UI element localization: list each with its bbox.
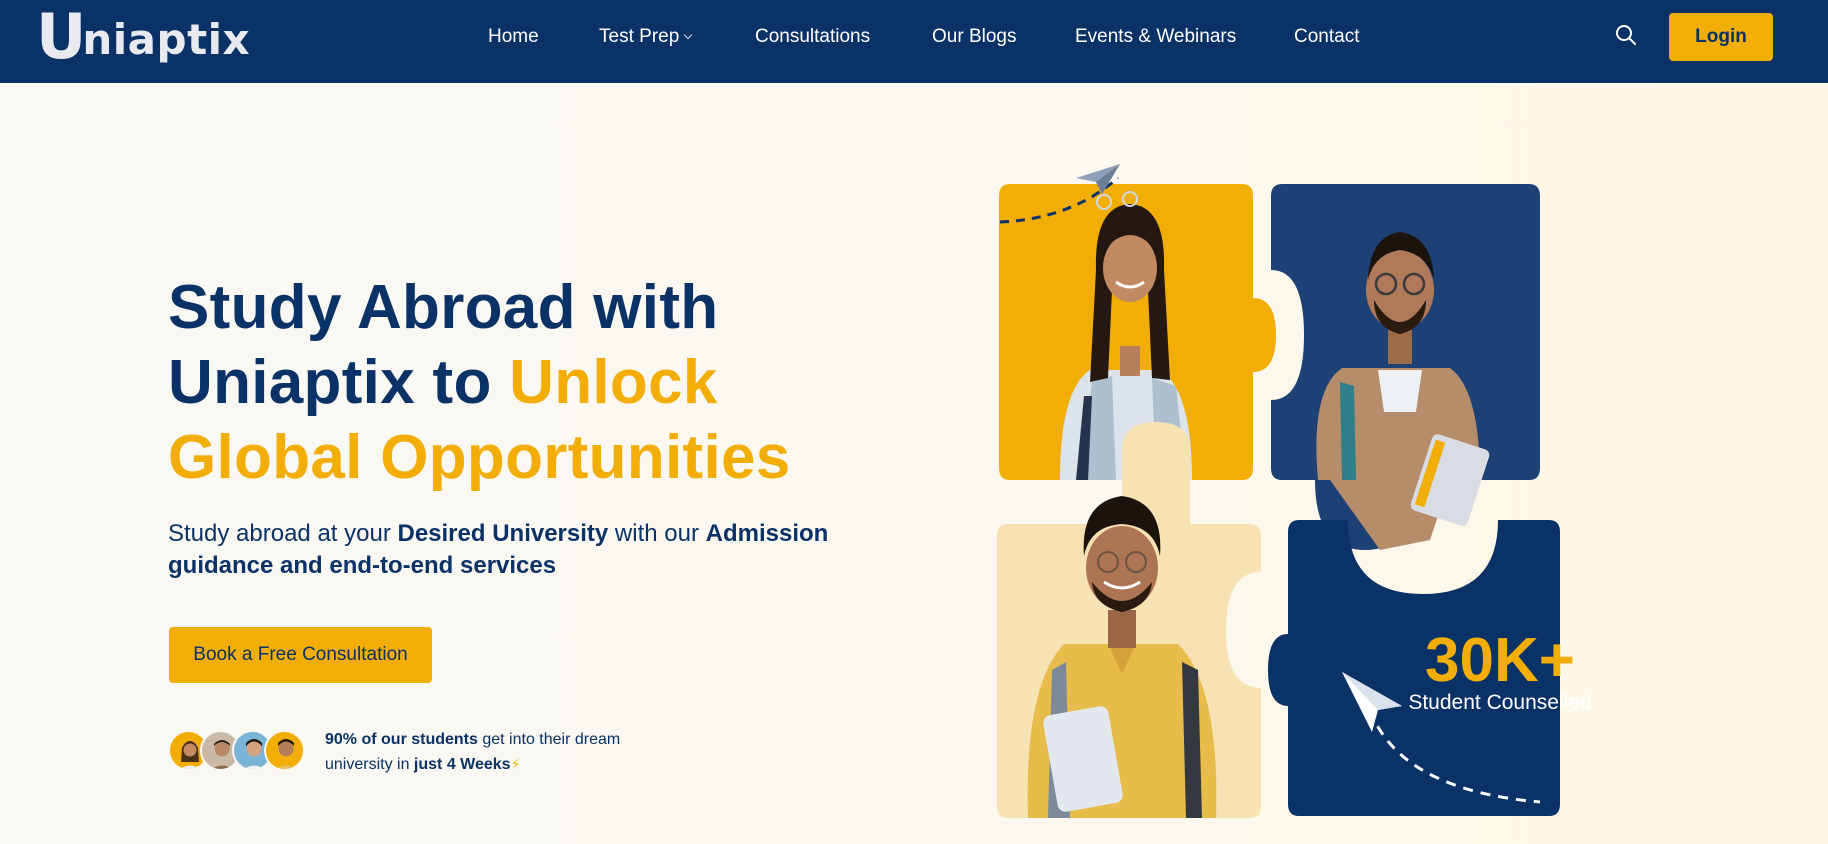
nav-test-prep-label: Test Prep bbox=[599, 26, 680, 47]
logo-wordmark: niaptix bbox=[82, 15, 251, 64]
lightning-icon: ⚡ bbox=[510, 756, 521, 772]
proof-bold: just 4 Weeks bbox=[413, 756, 511, 773]
stat-number: 30K+ bbox=[1425, 626, 1575, 695]
subtext-bold: Desired University bbox=[397, 520, 609, 547]
nav-contact[interactable]: Contact bbox=[1294, 26, 1359, 48]
stat-label: Student Counselled bbox=[1408, 691, 1592, 714]
student-avatars bbox=[168, 730, 305, 772]
proof-bold: 90% of our students bbox=[325, 731, 478, 748]
nav-events-webinars[interactable]: Events & Webinars bbox=[1075, 26, 1236, 48]
search-icon[interactable] bbox=[1614, 23, 1638, 47]
hero-subtext: Study abroad at your Desired University … bbox=[168, 518, 888, 582]
puzzle-photo-collage bbox=[997, 164, 1560, 818]
subtext-part: with our bbox=[608, 520, 706, 547]
avatar bbox=[264, 730, 305, 771]
subtext-part: Study abroad at your bbox=[168, 520, 398, 547]
hero-headline: Study Abroad with Uniaptix to Unlock Glo… bbox=[168, 270, 928, 495]
chevron-down-icon bbox=[684, 30, 693, 40]
login-button[interactable]: Login bbox=[1669, 13, 1773, 61]
book-consultation-button[interactable]: Book a Free Consultation bbox=[169, 627, 432, 683]
counselled-stat: 30K+ Student Counselled bbox=[1392, 630, 1608, 716]
nav-our-blogs[interactable]: Our Blogs bbox=[932, 26, 1016, 48]
success-stat-text: 90% of our students get into their dream… bbox=[325, 728, 685, 777]
logo-letter-u: U bbox=[36, 0, 86, 73]
top-navbar: Uniaptix Home Test Prep Consultations Ou… bbox=[0, 0, 1828, 83]
nav-test-prep[interactable]: Test Prep bbox=[599, 26, 693, 48]
nav-consultations[interactable]: Consultations bbox=[755, 26, 870, 48]
uniaptix-logo[interactable]: Uniaptix bbox=[36, 0, 251, 73]
nav-home[interactable]: Home bbox=[488, 26, 539, 48]
